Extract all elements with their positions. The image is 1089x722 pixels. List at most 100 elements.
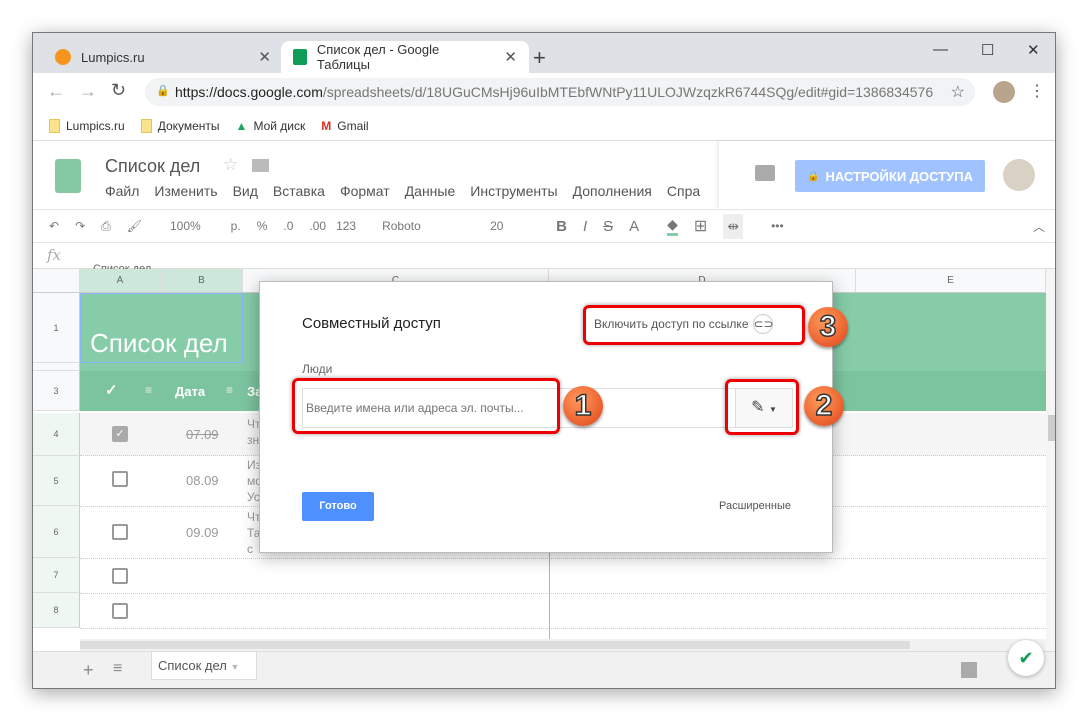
checkbox[interactable] xyxy=(112,603,128,619)
link-icon: ⊂⊃ xyxy=(752,314,774,334)
menu-data[interactable]: Данные xyxy=(405,183,456,199)
redo-icon[interactable]: ↷ xyxy=(75,219,85,233)
menu-edit[interactable]: Изменить xyxy=(154,183,217,199)
filter-icon[interactable]: ≡ xyxy=(145,383,152,397)
bookmark-drive[interactable]: ▲ Мой диск xyxy=(236,119,306,133)
maximize-icon[interactable]: ☐ xyxy=(981,41,994,59)
increase-decimal-button[interactable]: .00 xyxy=(309,219,326,233)
vertical-scrollbar[interactable] xyxy=(1046,269,1055,651)
share-button[interactable]: 🔒 НАСТРОЙКИ ДОСТУПА xyxy=(795,160,985,192)
row-header[interactable]: 4 xyxy=(33,413,80,456)
comment-icon[interactable] xyxy=(755,165,775,181)
gmail-icon: M xyxy=(321,118,332,133)
menu-insert[interactable]: Вставка xyxy=(273,183,325,199)
bookmark-label: Документы xyxy=(157,118,220,133)
corner[interactable] xyxy=(33,269,80,293)
filter-icon[interactable]: ≡ xyxy=(226,383,233,397)
merge-cells-icon[interactable]: ⇹ xyxy=(723,213,744,239)
close-window-icon[interactable]: ✕ xyxy=(1027,41,1040,59)
new-tab-button[interactable]: + xyxy=(533,45,546,71)
checkbox[interactable] xyxy=(112,568,128,584)
menu-tools[interactable]: Инструменты xyxy=(470,183,557,199)
collapse-icon[interactable]: ︿ xyxy=(1033,218,1045,235)
row-header[interactable]: 1 xyxy=(33,293,80,363)
font-size-select[interactable]: 20 xyxy=(490,219,540,233)
bookmark-lumpics[interactable]: Lumpics.ru xyxy=(49,118,125,133)
italic-button[interactable]: I xyxy=(583,218,587,235)
number-format-select[interactable]: 123 xyxy=(336,219,356,233)
row-header[interactable] xyxy=(33,363,80,371)
checkbox-checked[interactable]: ✓ xyxy=(112,426,128,442)
doc-title[interactable]: Список дел xyxy=(105,156,200,177)
title-cell[interactable]: Список дел xyxy=(80,293,243,363)
shield-icon[interactable]: ✔ xyxy=(1008,640,1044,676)
bold-button[interactable]: B xyxy=(556,218,567,235)
fill-color-icon[interactable]: ◆ xyxy=(667,216,678,236)
back-icon[interactable]: ← xyxy=(47,81,65,102)
menu-help[interactable]: Спра xyxy=(667,183,700,199)
link-share-button[interactable]: Включить доступ по ссылке ⊂⊃ xyxy=(594,314,774,334)
dialog-title: Совместный доступ xyxy=(302,315,441,332)
all-sheets-icon[interactable]: ≡ xyxy=(113,660,122,678)
bookmark-gmail[interactable]: M Gmail xyxy=(321,119,368,133)
col-header-b[interactable]: B xyxy=(161,269,243,293)
minimize-icon[interactable]: — xyxy=(933,41,948,58)
add-sheet-icon[interactable]: + xyxy=(83,660,94,681)
highlight-2 xyxy=(725,379,799,435)
sheet-tab[interactable]: Список дел ▼ xyxy=(151,652,257,680)
link-share-label: Включить доступ по ссылке xyxy=(594,317,749,331)
profile-avatar[interactable] xyxy=(993,81,1015,103)
row-header[interactable]: 8 xyxy=(33,593,80,628)
print-icon[interactable]: ⎙ xyxy=(101,219,111,234)
explore-icon[interactable] xyxy=(961,662,977,678)
paint-format-icon[interactable]: 🖌 xyxy=(127,219,142,233)
tab-sheets[interactable]: Список дел - Google Таблицы ✕ xyxy=(281,41,529,73)
reload-icon[interactable]: ↻ xyxy=(111,80,126,101)
date-cell[interactable]: 07.09 xyxy=(186,427,219,442)
row-header[interactable]: 5 xyxy=(33,456,80,506)
col-header-e[interactable]: E xyxy=(856,269,1046,293)
people-input[interactable] xyxy=(306,392,552,424)
borders-icon[interactable]: ⊞ xyxy=(694,216,707,236)
row-header[interactable]: 7 xyxy=(33,558,80,593)
strikethrough-button[interactable]: S xyxy=(603,218,613,235)
star-icon[interactable]: ☆ xyxy=(223,155,238,175)
bookmark-documents[interactable]: Документы xyxy=(140,118,220,133)
horizontal-scrollbar[interactable] xyxy=(80,639,1046,651)
tab-lumpics[interactable]: Lumpics.ru ✕ xyxy=(43,41,283,73)
row-header[interactable]: 6 xyxy=(33,506,80,558)
people-label: Люди xyxy=(302,362,333,376)
menu-format[interactable]: Формат xyxy=(340,183,390,199)
checkbox[interactable] xyxy=(112,471,128,487)
zoom-select[interactable]: 100% xyxy=(170,219,201,233)
text-color-button[interactable]: A xyxy=(629,218,639,235)
done-button[interactable]: Готово xyxy=(302,492,374,521)
tab-strip: Lumpics.ru ✕ Список дел - Google Таблицы… xyxy=(33,33,1055,73)
currency-button[interactable]: р. xyxy=(231,219,241,233)
checkbox[interactable] xyxy=(112,524,128,540)
decrease-decimal-button[interactable]: .0 xyxy=(283,219,293,233)
menu-view[interactable]: Вид xyxy=(233,183,258,199)
percent-button[interactable]: % xyxy=(257,219,268,233)
menu-addons[interactable]: Дополнения xyxy=(573,183,652,199)
menu-icon[interactable]: ⋮ xyxy=(1029,81,1045,101)
star-icon[interactable]: ☆ xyxy=(951,82,965,102)
date-cell[interactable]: 09.09 xyxy=(186,525,219,540)
more-icon[interactable]: ••• xyxy=(771,219,784,233)
advanced-link[interactable]: Расширенные xyxy=(719,500,791,512)
formula-bar[interactable]: fx Список дел xyxy=(33,243,1055,275)
orange-icon xyxy=(55,49,71,65)
undo-icon[interactable]: ↶ xyxy=(49,219,59,233)
browser-window: Lumpics.ru ✕ Список дел - Google Таблицы… xyxy=(32,32,1056,689)
close-icon[interactable]: ✕ xyxy=(258,48,271,66)
folder-icon[interactable] xyxy=(252,159,269,172)
close-icon[interactable]: ✕ xyxy=(504,48,517,66)
font-select[interactable]: Roboto xyxy=(382,219,472,233)
user-avatar[interactable] xyxy=(1003,159,1035,191)
date-cell[interactable]: 08.09 xyxy=(186,473,219,488)
row-header[interactable]: 3 xyxy=(33,371,80,411)
col-header-a[interactable]: A xyxy=(80,269,161,293)
menu-file[interactable]: Файл xyxy=(105,183,139,199)
forward-icon[interactable]: → xyxy=(79,81,97,102)
url-bar[interactable]: 🔒 https://docs.google.com/spreadsheets/d… xyxy=(145,78,975,106)
